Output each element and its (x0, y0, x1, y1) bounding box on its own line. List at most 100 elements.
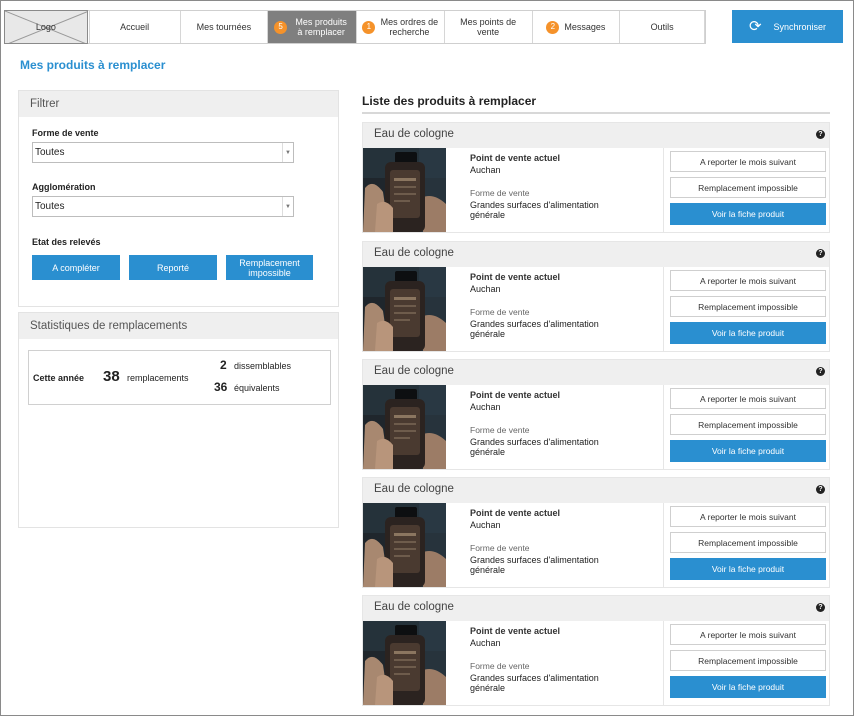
help-icon[interactable]: ? (816, 367, 825, 376)
perfume-bottle-image (363, 385, 446, 469)
perfume-bottle-image (363, 148, 446, 232)
stats-panel: Statistiques de remplacements Cette anné… (18, 312, 339, 528)
forme-de-vente-label: Forme de vente (470, 307, 530, 317)
product-card: Eau de cologne ? Point de vente actuel A… (362, 122, 830, 233)
product-image (363, 148, 446, 232)
chevron-down-icon: ▼ (282, 143, 293, 162)
a-completer-button[interactable]: A compléter (32, 255, 120, 280)
nav-label: Mes ordres de recherche (380, 17, 439, 37)
page-title: Mes produits à remplacer (20, 58, 166, 72)
stats-equivalents-value: 36 (214, 380, 228, 394)
voir-fiche-produit-button[interactable]: Voir la fiche produit (670, 440, 826, 462)
remplacement-impossible-button[interactable]: Remplacement impossible (670, 650, 826, 671)
top-nav: Logo Accueil Mes tournées 5 Mes produits… (4, 10, 706, 44)
nav-label: Messages (564, 22, 606, 32)
remplacement-impossible-button[interactable]: Remplacement impossible (670, 414, 826, 435)
stats-box: Cette année 38 remplacements 2 dissembla… (28, 350, 331, 405)
sync-icon: ⟳ (748, 18, 762, 35)
divider (663, 385, 664, 469)
product-card-body: Point de vente actuel Auchan Forme de ve… (363, 621, 829, 705)
product-name: Eau de cologne (374, 247, 454, 259)
help-icon[interactable]: ? (816, 249, 825, 258)
reporter-mois-suivant-button[interactable]: A reporter le mois suivant (670, 388, 826, 409)
stats-period: Cette année (33, 373, 85, 383)
forme-de-vente-value: Grandes surfaces d'alimentation générale (470, 555, 599, 575)
nav-item-outils[interactable]: Outils (619, 11, 705, 43)
forme-de-vente-label: Forme de vente (470, 188, 530, 198)
help-icon[interactable]: ? (816, 130, 825, 139)
forme-de-vente-label: Forme de vente (32, 128, 99, 138)
stats-total-label: remplacements (127, 373, 189, 383)
reporter-mois-suivant-button[interactable]: A reporter le mois suivant (670, 506, 826, 527)
product-card: Eau de cologne ? Point de vente actuel A… (362, 477, 830, 588)
forme-de-vente-select[interactable]: Toutes ▼ (32, 142, 294, 163)
remplacement-impossible-button[interactable]: Remplacement impossible (670, 296, 826, 317)
remplacement-impossible-button[interactable]: Remplacement impossible (670, 532, 826, 553)
nav-item-ordres-recherche[interactable]: 1 Mes ordres de recherche (356, 11, 444, 43)
product-image (363, 385, 446, 469)
voir-fiche-produit-button[interactable]: Voir la fiche produit (670, 322, 826, 344)
count-badge: 2 (546, 20, 560, 34)
nav-label: Outils (650, 22, 674, 32)
reporter-mois-suivant-button[interactable]: A reporter le mois suivant (670, 151, 826, 172)
sync-button[interactable]: ⟳ Synchroniser (732, 10, 843, 43)
point-de-vente-label: Point de vente actuel (470, 272, 561, 282)
product-card: Eau de cologne ? Point de vente actuel A… (362, 359, 830, 470)
help-icon[interactable]: ? (816, 485, 825, 494)
product-card-body: Point de vente actuel Auchan Forme de ve… (363, 267, 829, 351)
forme-de-vente-label: Forme de vente (470, 661, 530, 671)
point-de-vente-label: Point de vente actuel (470, 153, 561, 163)
voir-fiche-produit-button[interactable]: Voir la fiche produit (670, 203, 826, 225)
product-card-body: Point de vente actuel Auchan Forme de ve… (363, 148, 829, 232)
product-list-title: Liste des produits à remplacer (362, 94, 537, 108)
forme-de-vente-label: Forme de vente (470, 425, 530, 435)
forme-de-vente-value: Grandes surfaces d'alimentation générale (470, 437, 599, 457)
nav-item-messages[interactable]: 2 Messages (531, 11, 620, 43)
product-card-body: Point de vente actuel Auchan Forme de ve… (363, 385, 829, 469)
point-de-vente-label: Point de vente actuel (470, 626, 561, 636)
nav-label: Mes points de vente (460, 17, 517, 37)
sync-label: Synchroniser (773, 21, 827, 32)
voir-fiche-produit-button[interactable]: Voir la fiche produit (670, 558, 826, 580)
forme-de-vente-label: Forme de vente (470, 543, 530, 553)
nav-item-accueil[interactable]: Accueil (88, 11, 180, 43)
reporter-mois-suivant-button[interactable]: A reporter le mois suivant (670, 270, 826, 291)
product-name: Eau de cologne (374, 128, 454, 140)
logo[interactable]: Logo (4, 10, 88, 44)
point-de-vente-value: Auchan (470, 284, 501, 294)
stats-dissemblables-value: 2 (220, 358, 227, 372)
voir-fiche-produit-button[interactable]: Voir la fiche produit (670, 676, 826, 698)
etat-releves-label: Etat des relevés (32, 237, 101, 247)
select-value: Toutes (35, 201, 65, 212)
reporter-mois-suivant-button[interactable]: A reporter le mois suivant (670, 624, 826, 645)
product-card-body: Point de vente actuel Auchan Forme de ve… (363, 503, 829, 587)
select-value: Toutes (35, 147, 65, 158)
nav-item-mes-produits[interactable]: 5 Mes produits à remplacer (267, 11, 356, 43)
stats-equivalents-label: équivalents (234, 383, 280, 393)
forme-de-vente-value: Grandes surfaces d'alimentation générale (470, 673, 599, 693)
filter-panel-title: Filtrer (19, 91, 338, 117)
nav-item-points-de-vente[interactable]: Mes points de vente (443, 11, 532, 43)
chevron-down-icon: ▼ (282, 197, 293, 216)
filter-panel: Filtrer Forme de vente Toutes ▼ Agglomér… (18, 90, 339, 307)
point-de-vente-label: Point de vente actuel (470, 390, 561, 400)
agglomeration-select[interactable]: Toutes ▼ (32, 196, 294, 217)
remplacement-impossible-button[interactable]: Remplacement impossible (670, 177, 826, 198)
product-image (363, 621, 446, 705)
point-de-vente-value: Auchan (470, 165, 501, 175)
point-de-vente-value: Auchan (470, 520, 501, 530)
point-de-vente-value: Auchan (470, 638, 501, 648)
logo-label: Logo (35, 22, 56, 32)
divider (362, 112, 830, 114)
agglomeration-label: Agglomération (32, 182, 96, 192)
help-icon[interactable]: ? (816, 603, 825, 612)
remplacement-impossible-filter-button[interactable]: Remplacement impossible (226, 255, 313, 280)
product-card: Eau de cologne ? Point de vente actuel A… (362, 241, 830, 352)
count-badge: 5 (274, 20, 288, 34)
count-badge: 1 (362, 20, 376, 34)
point-de-vente-label: Point de vente actuel (470, 508, 561, 518)
perfume-bottle-image (363, 621, 446, 705)
nav-item-mes-tournees[interactable]: Mes tournées (179, 11, 268, 43)
stats-dissemblables-label: dissemblables (234, 361, 292, 371)
reporte-button[interactable]: Reporté (129, 255, 217, 280)
